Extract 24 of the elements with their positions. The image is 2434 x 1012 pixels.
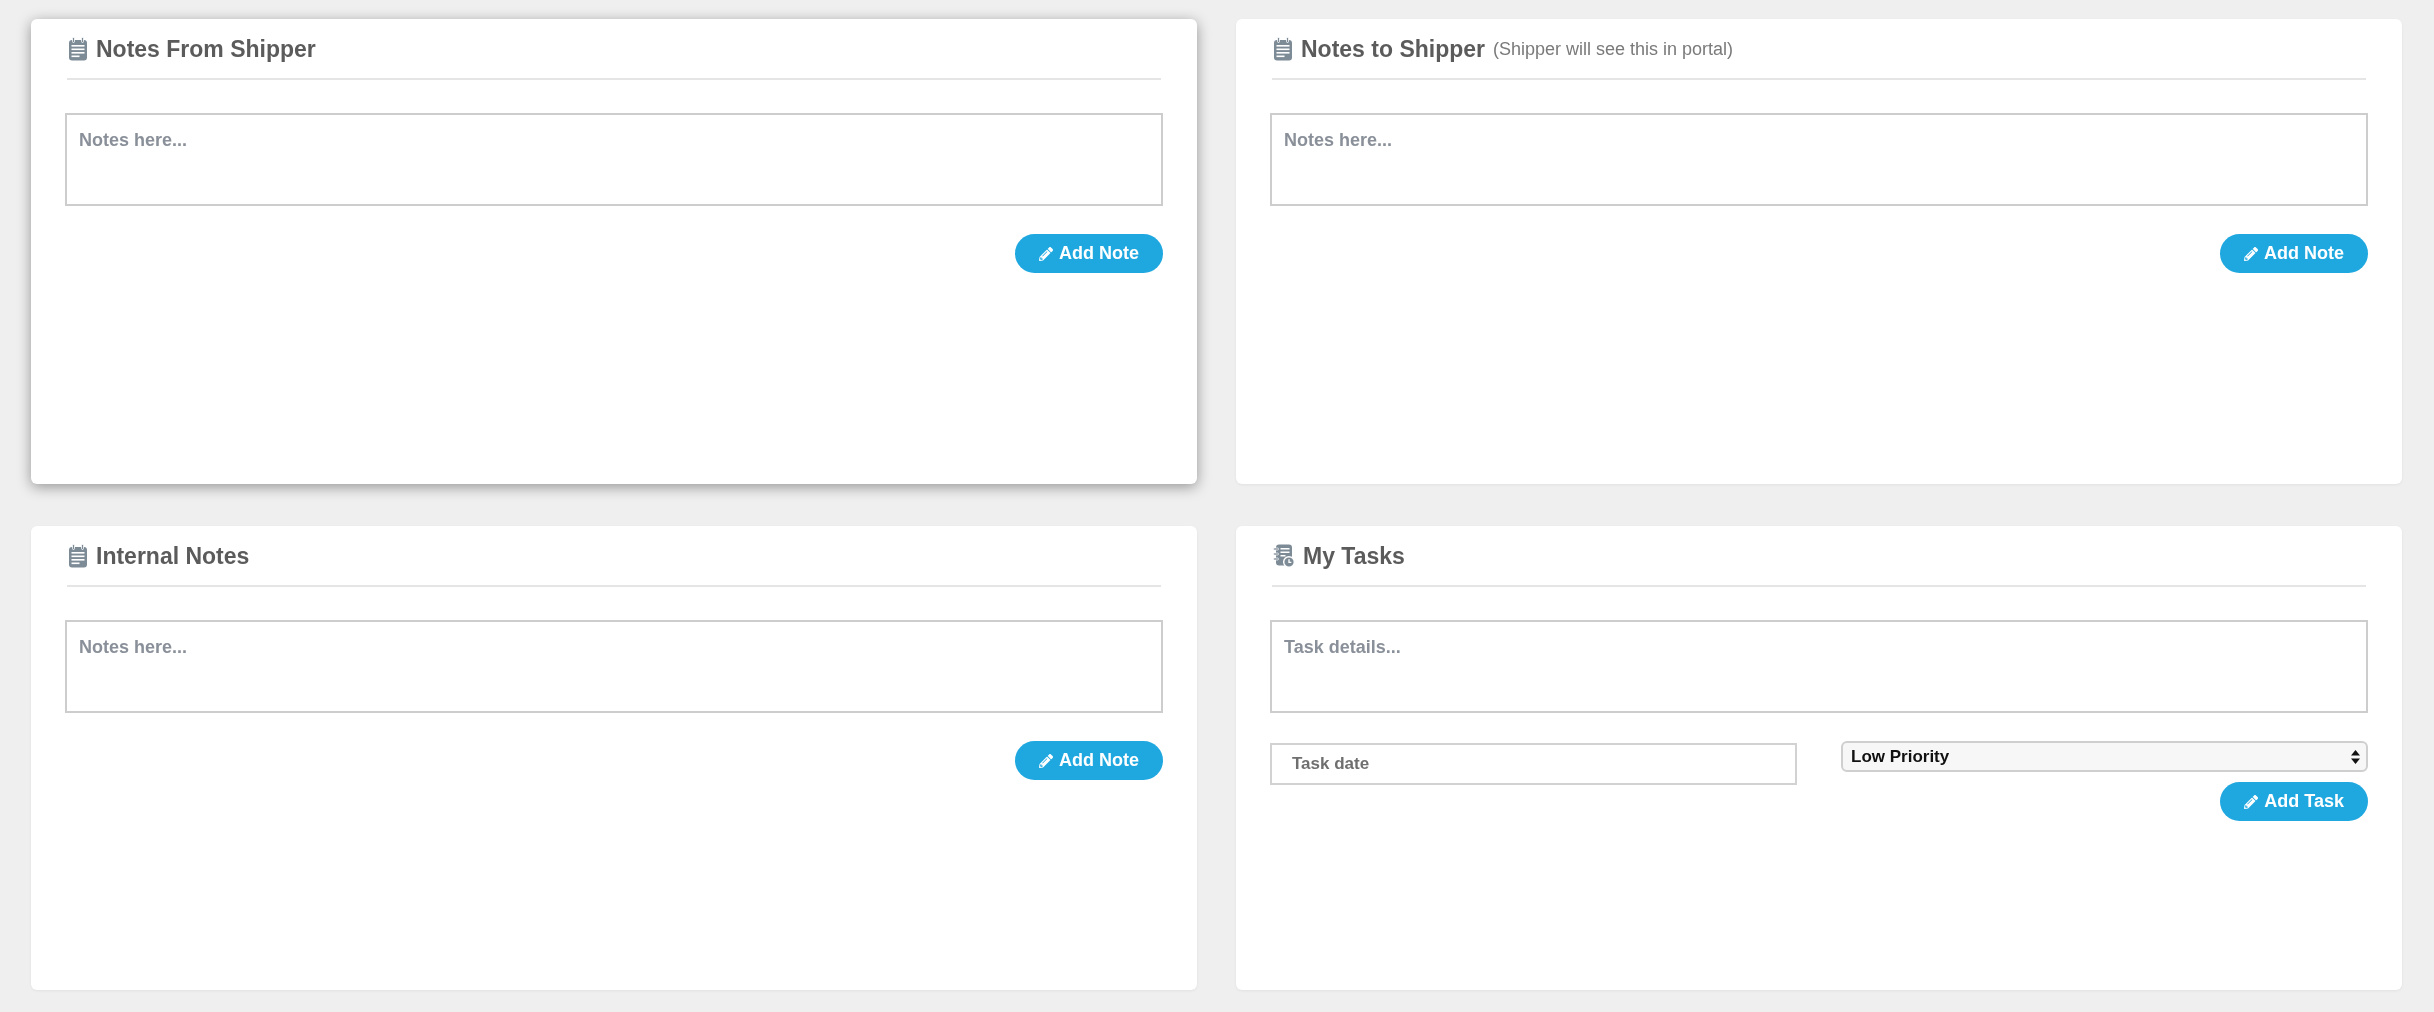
card-title: Notes From Shipper [96,34,316,64]
add-task-button[interactable]: Add Task [2220,782,2368,821]
add-note-button[interactable]: Add Note [1015,234,1163,273]
pencil-icon [2244,794,2259,809]
pencil-icon [2244,246,2258,261]
card-subtitle: (Shipper will see this in portal) [1493,37,1734,61]
add-note-button[interactable]: Add Note [1015,741,1163,780]
pencil-icon [1039,246,1053,261]
notepad-icon [68,37,88,61]
up-down-arrows-icon [2351,749,2360,764]
task-details-field[interactable]: Task details... [1270,620,2368,713]
card-title: Internal Notes [96,541,250,571]
notes-field[interactable]: Notes here... [65,113,1163,206]
card-title: My Tasks [1303,541,1405,571]
priority-select[interactable]: Low Priority [1841,741,2368,772]
notepad-icon [68,544,88,568]
task-date-field[interactable]: Task date [1270,743,1797,785]
notes-field[interactable]: Notes here... [1270,113,2368,206]
pencil-icon [1039,753,1053,768]
notepad-icon [1273,37,1293,61]
card-title: Notes to Shipper [1301,34,1485,64]
notes-field[interactable]: Notes here... [65,620,1163,713]
notebook-clock-icon [1273,544,1295,568]
add-note-button[interactable]: Add Note [2220,234,2368,273]
